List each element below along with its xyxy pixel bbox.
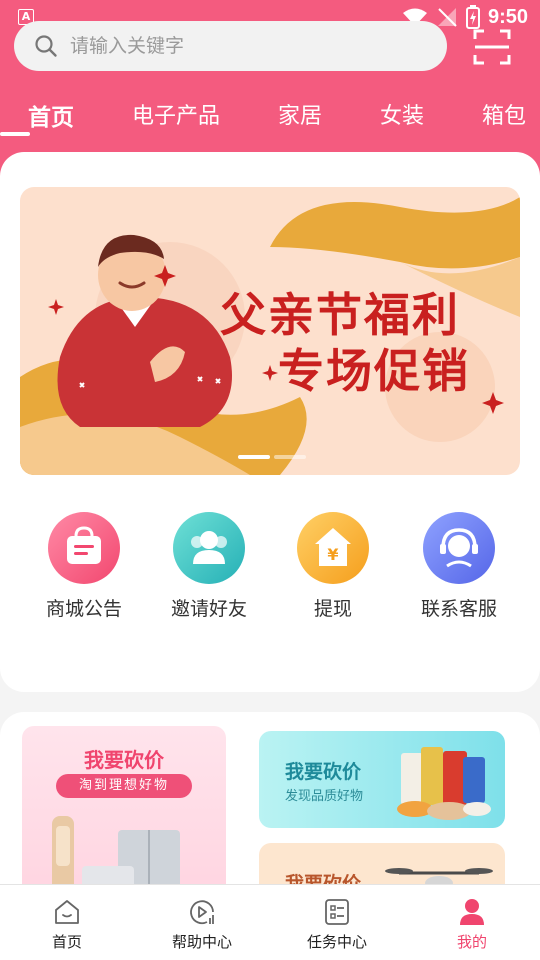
menu-item-invite[interactable]: 邀请好友: [149, 512, 269, 621]
promo-quality-title: 我要砍价: [285, 761, 362, 783]
menu-label-invite: 邀请好友: [170, 598, 247, 620]
invite-friends-icon: [173, 512, 245, 584]
main-card: 父亲节福利 专场促销 商城公告 邀请好友 ¥ 提现 联系客服: [0, 152, 540, 692]
banner-pagination: [238, 455, 306, 459]
promo-card-bargain-quality[interactable]: 我要砍价 发现品质好物: [259, 731, 505, 828]
announcement-bag-icon: [48, 512, 120, 584]
scan-icon[interactable]: [472, 27, 512, 67]
customer-service-headset-icon: [423, 512, 495, 584]
search-icon: [35, 35, 57, 57]
tab-active-indicator: [0, 132, 30, 136]
nav-item-home[interactable]: 首页: [17, 897, 117, 952]
promo-section: 我要砍价 淘到理想好物 我要砍价 发现品质好物 我要砍价: [0, 712, 540, 926]
nav-item-tasks[interactable]: 任务中心: [287, 897, 387, 952]
bottom-navigation: 首页 帮助中心 任务中心 我的: [0, 884, 540, 960]
banner-dot: [274, 455, 306, 459]
task-list-icon: [325, 899, 349, 925]
search-bar[interactable]: [14, 21, 447, 71]
menu-item-announcement[interactable]: 商城公告: [24, 512, 144, 621]
tab-electronics[interactable]: 电子产品: [132, 98, 220, 130]
svg-text:¥: ¥: [327, 545, 338, 564]
status-time: 9:50: [487, 5, 528, 28]
search-input[interactable]: [70, 35, 410, 57]
no-signal-icon: [437, 8, 457, 27]
profile-icon: [460, 899, 484, 925]
snacks-image: [397, 747, 491, 820]
quick-menu: 商城公告 邀请好友 ¥ 提现 联系客服: [0, 512, 540, 632]
home-icon: [55, 900, 79, 924]
nav-label-home: 首页: [51, 933, 82, 951]
promo-quality-subtitle: 发现品质好物: [285, 789, 364, 804]
tab-home[interactable]: 首页: [28, 98, 74, 132]
menu-label-withdraw: 提现: [313, 598, 352, 620]
tab-womens-clothing[interactable]: 女装: [380, 98, 424, 130]
menu-item-customer-service[interactable]: 联系客服: [399, 512, 519, 621]
help-play-icon: [190, 900, 214, 925]
menu-label-customer-service: 联系客服: [420, 598, 497, 620]
menu-label-announcement: 商城公告: [45, 598, 122, 620]
banner-dot-active: [238, 455, 270, 459]
menu-item-withdraw[interactable]: ¥ 提现: [273, 512, 393, 621]
tab-home-furnishing[interactable]: 家居: [278, 98, 322, 130]
promo-banner[interactable]: 父亲节福利 专场促销: [20, 187, 520, 475]
nav-label-help: 帮助中心: [171, 933, 232, 951]
withdraw-house-yen-icon: ¥: [297, 512, 369, 584]
nav-label-tasks: 任务中心: [306, 933, 367, 951]
nav-label-profile: 我的: [456, 933, 487, 951]
battery-charging-icon: [465, 5, 480, 29]
nav-item-profile[interactable]: 我的: [422, 897, 522, 952]
banner-subtitle: 专场促销: [278, 344, 470, 398]
promo-large-subtitle: 淘到理想好物: [56, 774, 192, 798]
nav-item-help[interactable]: 帮助中心: [152, 897, 252, 952]
tab-bags[interactable]: 箱包: [482, 98, 526, 130]
category-tabs: 首页 电子产品 家居 女装 箱包: [0, 90, 540, 140]
promo-large-title: 我要砍价: [84, 748, 164, 772]
